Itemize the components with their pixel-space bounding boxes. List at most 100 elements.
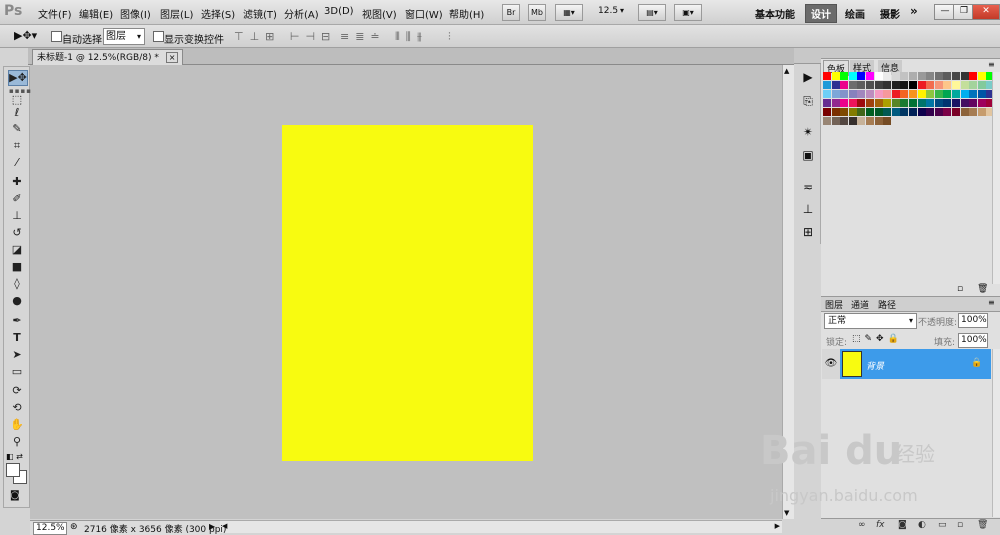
swatch[interactable] (874, 99, 883, 107)
masks-icon[interactable]: ▣ (800, 148, 816, 162)
swatch[interactable] (848, 90, 857, 98)
swatch[interactable] (960, 90, 969, 98)
delete-layer-icon[interactable]: 🗑 (977, 520, 988, 530)
layers-scrollbar[interactable] (992, 349, 1000, 517)
delete-swatch-icon[interactable]: 🗑 (977, 284, 988, 294)
history-brush-icon[interactable]: ↺ (8, 226, 26, 240)
gradient-icon[interactable]: ■ (8, 260, 26, 274)
swatch[interactable] (874, 72, 883, 80)
menu-image[interactable]: 图像(I) (120, 6, 151, 21)
document-canvas[interactable] (282, 125, 533, 461)
swatch[interactable] (909, 81, 917, 89)
scroll-up-icon[interactable]: ▲ (784, 67, 789, 75)
menu-select[interactable]: 选择(S) (201, 6, 235, 21)
swatch[interactable] (883, 99, 892, 107)
show-transform-checkbox[interactable] (153, 31, 164, 42)
swatch[interactable] (909, 72, 917, 80)
swatch[interactable] (960, 99, 969, 107)
swatch[interactable] (857, 108, 866, 116)
view-extras-button[interactable]: ▦▾ (555, 4, 583, 21)
bridge-button[interactable]: Br (502, 4, 520, 21)
panel-menu-icon[interactable]: ≡ (988, 60, 995, 69)
swatch[interactable] (960, 108, 969, 116)
swatch[interactable] (848, 99, 857, 107)
swatch[interactable] (848, 72, 857, 80)
move-tool-icon[interactable]: ▶✥ (8, 70, 28, 86)
clone-source-icon[interactable]: ⊥ (800, 202, 816, 216)
swatch[interactable] (969, 72, 978, 80)
layers-menu-icon[interactable]: ≡ (988, 298, 995, 307)
swatch[interactable] (891, 72, 900, 80)
swatch[interactable] (823, 117, 831, 125)
swatch[interactable] (952, 99, 960, 107)
swatch[interactable] (934, 90, 943, 98)
zoom-field[interactable]: 12.5% (33, 522, 67, 535)
swatch[interactable] (917, 90, 926, 98)
marquee-tool-icon[interactable]: ⬚ (8, 93, 26, 107)
menu-3d[interactable]: 3D(D) (324, 6, 354, 17)
swatch[interactable] (840, 72, 849, 80)
swatch[interactable] (840, 81, 849, 89)
history-icon[interactable]: ⎘ (800, 94, 816, 109)
blend-mode-select[interactable]: 正常 ▾ (824, 313, 917, 329)
add-mask-icon[interactable]: ◙ (898, 520, 907, 530)
workspace-design[interactable]: 设计 (805, 4, 837, 23)
tab-paths[interactable]: 路径 (878, 298, 896, 311)
swatch[interactable] (866, 72, 874, 80)
brushes-icon[interactable]: ≂ (800, 180, 816, 194)
zoom-level-menu[interactable]: 12.5 (598, 6, 618, 16)
swatch[interactable] (943, 108, 952, 116)
swatch[interactable] (823, 99, 831, 107)
swatch[interactable] (883, 90, 892, 98)
menu-help[interactable]: 帮助(H) (449, 6, 484, 21)
swatch[interactable] (831, 99, 840, 107)
swatch[interactable] (934, 99, 943, 107)
swatch[interactable] (977, 90, 986, 98)
swatch[interactable] (943, 90, 952, 98)
clone-stamp-icon[interactable]: ⊥ (8, 209, 26, 223)
swatch[interactable] (891, 90, 900, 98)
swatch[interactable] (840, 108, 849, 116)
scroll-down-icon[interactable]: ▼ (784, 509, 789, 517)
eyedropper-icon[interactable]: ⁄ (8, 156, 26, 170)
distribute-buttons[interactable]: ≡≣≐ ⫴⫼⫵ (340, 30, 428, 44)
swatch-grid[interactable] (823, 72, 995, 134)
swatch[interactable] (943, 81, 952, 89)
swatch[interactable] (874, 81, 883, 89)
swatch[interactable] (960, 81, 969, 89)
swatch[interactable] (952, 108, 960, 116)
swatch[interactable] (977, 99, 986, 107)
swatch[interactable] (900, 90, 909, 98)
swatch[interactable] (857, 99, 866, 107)
eraser-icon[interactable]: ◪ (8, 243, 26, 257)
move-tool-preset-icon[interactable]: ▶✥▾ (14, 29, 37, 42)
swatch[interactable] (926, 81, 935, 89)
swatch[interactable] (952, 81, 960, 89)
swatch[interactable] (840, 99, 849, 107)
menu-window[interactable]: 窗口(W) (405, 6, 443, 21)
swatch[interactable] (952, 90, 960, 98)
swatch[interactable] (926, 108, 935, 116)
healing-brush-icon[interactable]: ✚ (8, 175, 26, 189)
swatch[interactable] (866, 99, 874, 107)
menu-edit[interactable]: 编辑(E) (79, 6, 113, 21)
swatch[interactable] (891, 81, 900, 89)
default-colors-icon[interactable]: ◧ ⇄ (6, 452, 23, 461)
3d-orbit-icon[interactable]: ⟲ (8, 401, 26, 415)
workspace-more[interactable]: » (910, 4, 918, 18)
new-swatch-icon[interactable]: ▫ (957, 284, 963, 294)
blur-icon[interactable]: ◊ (8, 277, 26, 291)
swatch[interactable] (900, 99, 909, 107)
opacity-input[interactable]: 100% (958, 313, 988, 328)
menu-view[interactable]: 视图(V) (362, 6, 397, 21)
menu-file[interactable]: 文件(F) (38, 6, 72, 21)
auto-select-checkbox[interactable] (51, 31, 62, 42)
swatch[interactable] (883, 72, 892, 80)
swatch[interactable] (866, 90, 874, 98)
swatch[interactable] (831, 81, 840, 89)
menu-filter[interactable]: 滤镜(T) (243, 6, 277, 21)
swatch[interactable] (900, 72, 909, 80)
swatch[interactable] (857, 72, 866, 80)
workspace-essentials[interactable]: 基本功能 (755, 6, 795, 21)
swatch[interactable] (900, 81, 909, 89)
